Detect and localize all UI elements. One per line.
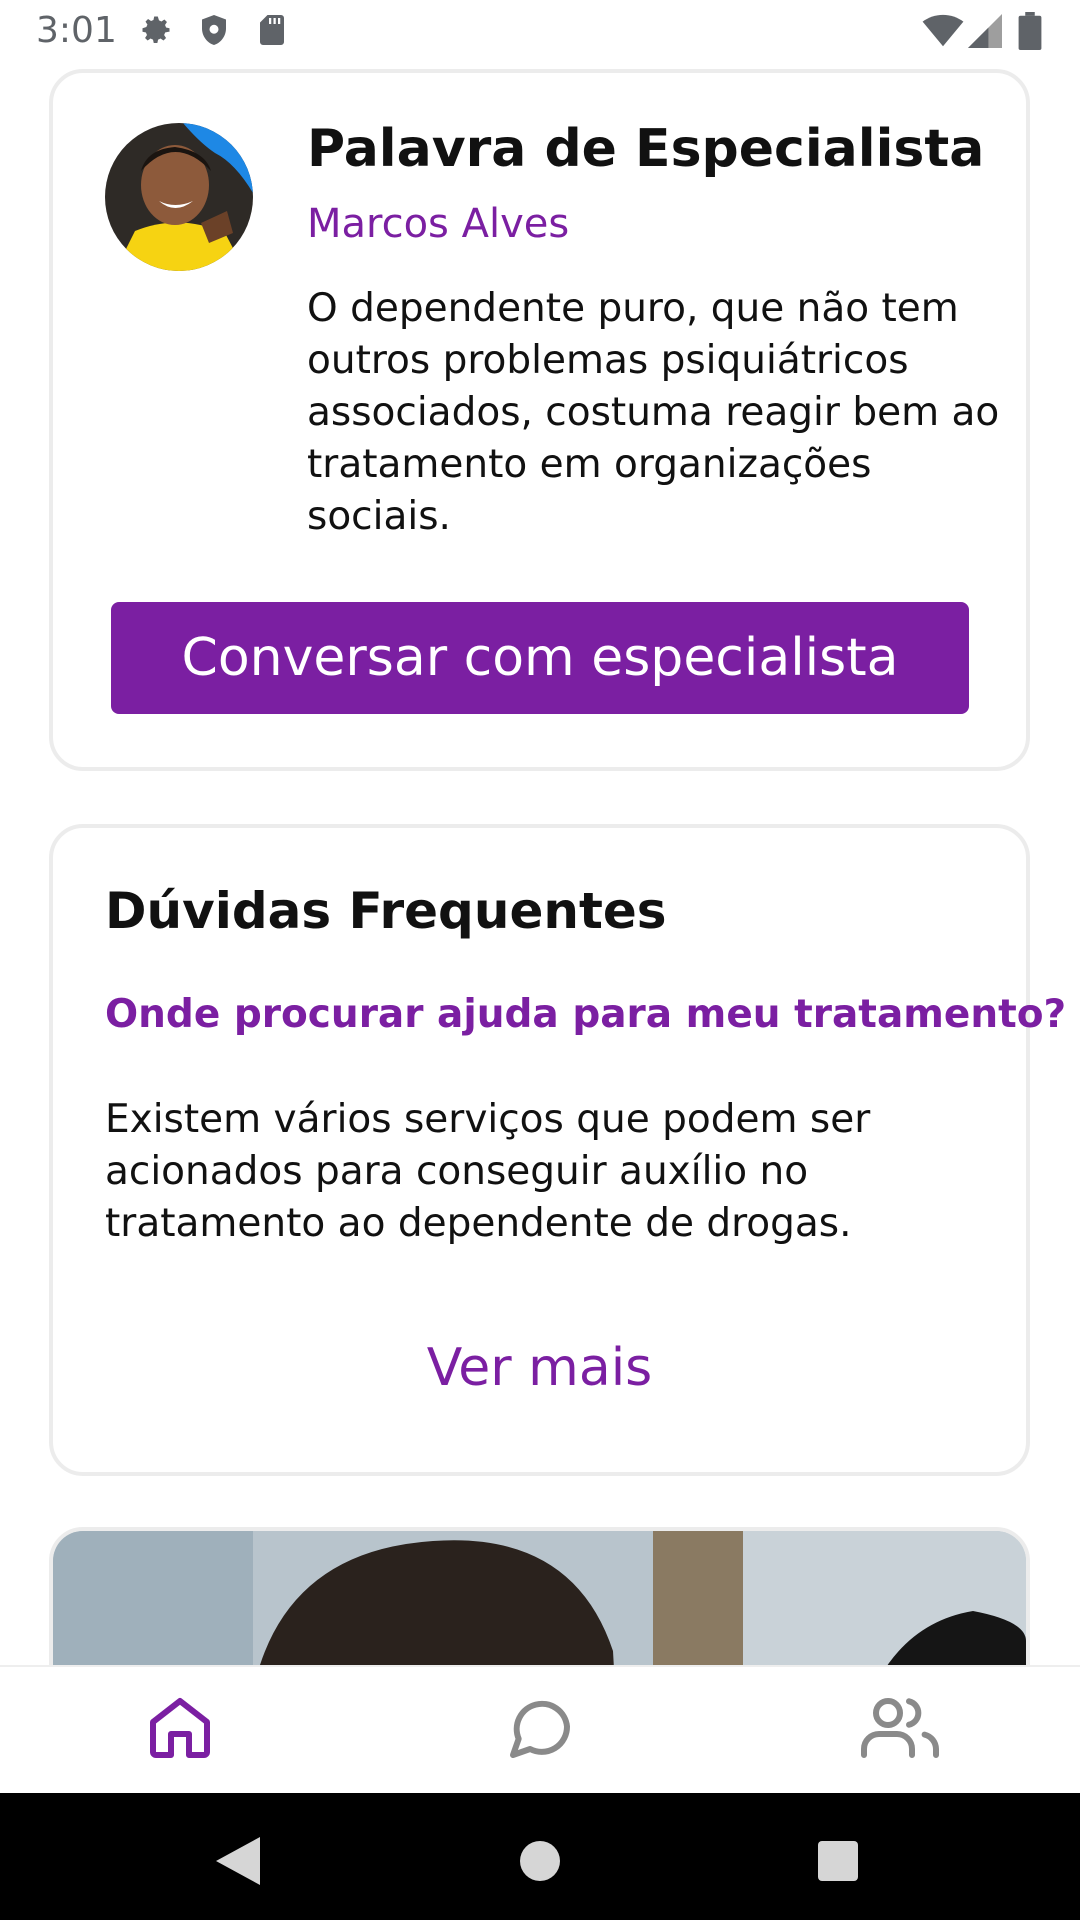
signal-icon [968, 14, 1002, 52]
faq-answer: Existem vários serviços que podem ser ac… [105, 1097, 871, 1246]
expert-card: Palavra de Especialista Marcos Alves O d… [49, 69, 1030, 771]
avatar [105, 123, 253, 271]
status-bar: 3:01 [0, 0, 1080, 64]
gear-icon [138, 12, 174, 52]
article-photo [53, 1531, 1026, 1665]
shield-icon [196, 12, 232, 52]
expert-quote: O dependente puro, que não tem outros pr… [307, 286, 1000, 539]
recents-icon [818, 1841, 858, 1885]
card-title: Dúvidas Frequentes [105, 882, 667, 940]
faq-question: Onde procurar ajuda para meu tratamento? [105, 992, 1067, 1037]
battery-icon [1018, 12, 1042, 54]
status-time: 3:01 [36, 10, 117, 51]
article-image-card[interactable] [49, 1527, 1030, 1665]
recents-button[interactable] [798, 1823, 878, 1903]
home-circle-icon [520, 1841, 560, 1885]
expert-name: Marcos Alves [307, 201, 570, 247]
see-more-link[interactable]: Ver mais [53, 1338, 1026, 1398]
bottom-nav [0, 1665, 1080, 1793]
talk-to-expert-button[interactable]: Conversar com especialista [111, 602, 969, 714]
faq-card: Dúvidas Frequentes Onde procurar ajuda p… [49, 824, 1066, 1476]
system-nav-bar [0, 1793, 1080, 1920]
nav-home[interactable] [80, 1667, 280, 1793]
back-icon [216, 1837, 260, 1889]
chat-icon [504, 1692, 576, 1768]
home-icon [144, 1692, 216, 1768]
nav-chat[interactable] [440, 1667, 640, 1793]
wifi-icon [922, 14, 964, 52]
sd-card-icon [254, 12, 290, 52]
home-feed[interactable]: Palavra de Especialista Marcos Alves O d… [0, 64, 1080, 1665]
users-icon [860, 1692, 940, 1768]
home-button[interactable] [500, 1823, 580, 1903]
card-title: Palavra de Especialista [307, 119, 985, 179]
back-button[interactable] [198, 1823, 278, 1903]
nav-community[interactable] [800, 1667, 1000, 1793]
